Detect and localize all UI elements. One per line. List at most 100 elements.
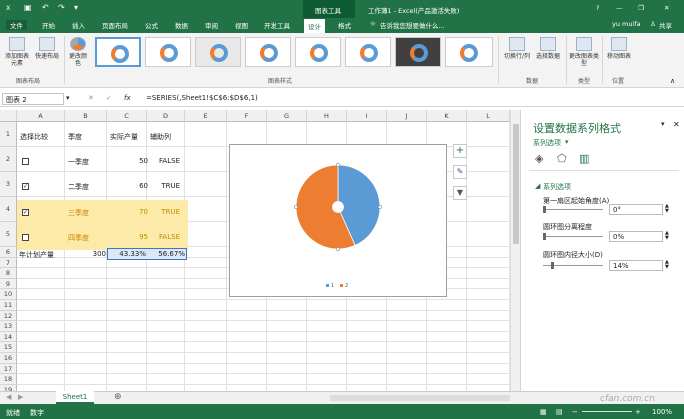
- column-header-g[interactable]: G: [267, 110, 307, 122]
- row-header-12[interactable]: 12: [0, 310, 17, 322]
- tab-design[interactable]: 设计: [304, 19, 325, 33]
- zoom-level[interactable]: 100%: [652, 408, 672, 416]
- row-header-6[interactable]: 6: [0, 247, 17, 258]
- row-header-8[interactable]: 8: [0, 268, 17, 279]
- enter-icon[interactable]: ✓: [106, 94, 112, 102]
- name-box[interactable]: 图表 2: [2, 93, 64, 105]
- checkbox-q4[interactable]: [22, 234, 29, 241]
- page-layout-icon[interactable]: ▤: [556, 408, 563, 416]
- chart-elements-button[interactable]: +: [453, 144, 467, 158]
- move-chart-button[interactable]: 移动图表: [604, 37, 634, 60]
- tab-view[interactable]: 视图: [235, 20, 248, 30]
- redo-icon[interactable]: ↷: [58, 3, 65, 12]
- explosion-input[interactable]: 0%: [609, 231, 663, 242]
- series-options-icon[interactable]: ▥: [579, 152, 589, 165]
- row-header-14[interactable]: 14: [0, 331, 17, 343]
- row-header-2[interactable]: 2: [0, 147, 17, 172]
- slider-handle[interactable]: [543, 233, 546, 240]
- chart-style-8[interactable]: [445, 37, 493, 67]
- column-header-e[interactable]: E: [185, 110, 227, 122]
- explosion-slider[interactable]: [543, 236, 603, 237]
- column-header-c[interactable]: C: [107, 110, 147, 122]
- column-header-a[interactable]: A: [17, 110, 65, 122]
- hole-size-input[interactable]: 14%: [609, 260, 663, 271]
- filter-icon[interactable]: ▼: [453, 186, 467, 200]
- chart-style-1[interactable]: [95, 37, 141, 67]
- restore-button[interactable]: ❐: [638, 4, 644, 12]
- tab-page-layout[interactable]: 页面布局: [102, 20, 128, 30]
- sheet-tab-sheet1[interactable]: Sheet1: [56, 391, 94, 404]
- row-header-5[interactable]: 5: [0, 222, 17, 247]
- collapse-icon[interactable]: ◢: [535, 182, 540, 190]
- first-angle-input[interactable]: 0°: [609, 204, 663, 215]
- pane-close-icon[interactable]: ✕: [673, 120, 680, 129]
- chart-style-5[interactable]: [295, 37, 341, 67]
- add-sheet-icon[interactable]: ⊕: [114, 392, 122, 402]
- scroll-right-icon[interactable]: ▶: [18, 393, 23, 401]
- zoom-out-icon[interactable]: −: [572, 408, 578, 416]
- pane-options-icon[interactable]: ▾: [661, 120, 665, 128]
- tab-review[interactable]: 审阅: [205, 20, 218, 30]
- row-header-7[interactable]: 7: [0, 257, 17, 269]
- column-header-i[interactable]: I: [347, 110, 387, 122]
- tell-me-search[interactable]: 告诉我您想要做什么...: [380, 20, 445, 30]
- slider-handle[interactable]: [551, 262, 554, 269]
- row-header-1[interactable]: 1: [0, 122, 17, 147]
- normal-view-icon[interactable]: ▦: [540, 408, 547, 416]
- chart-style-2[interactable]: [145, 37, 191, 67]
- vertical-scrollbar[interactable]: [510, 110, 520, 391]
- column-header-l[interactable]: L: [467, 110, 510, 122]
- save-icon[interactable]: ▣: [24, 3, 32, 12]
- column-header-k[interactable]: K: [427, 110, 467, 122]
- column-header-h[interactable]: H: [307, 110, 347, 122]
- customize-qat-icon[interactable]: ▾: [74, 3, 78, 12]
- scroll-left-icon[interactable]: ◀: [6, 393, 11, 401]
- first-angle-slider[interactable]: [543, 209, 603, 210]
- checkbox-q1[interactable]: [22, 158, 29, 165]
- column-header-d[interactable]: D: [147, 110, 185, 122]
- slider-handle[interactable]: [543, 206, 546, 213]
- row-header-13[interactable]: 13: [0, 321, 17, 332]
- series-selection-handle[interactable]: [335, 162, 341, 168]
- column-header-j[interactable]: J: [387, 110, 427, 122]
- collapse-ribbon-icon[interactable]: ∧: [670, 77, 675, 85]
- series-selection-handle[interactable]: [377, 204, 383, 210]
- change-chart-type-button[interactable]: 更改图表类型: [569, 37, 599, 67]
- horizontal-scrollbar[interactable]: [330, 395, 510, 401]
- switch-row-column-button[interactable]: 切换行/列: [502, 37, 532, 60]
- quick-layout-button[interactable]: 快速布局: [33, 37, 61, 60]
- minimize-button[interactable]: —: [616, 4, 623, 12]
- effects-icon[interactable]: ⬠: [557, 152, 567, 165]
- pie-chart[interactable]: 12: [230, 145, 446, 296]
- chart-style-7[interactable]: [395, 37, 441, 67]
- undo-icon[interactable]: ↶: [42, 3, 49, 12]
- series-selection-handle[interactable]: [335, 246, 341, 252]
- cancel-icon[interactable]: ✕: [88, 94, 94, 102]
- user-name[interactable]: yu muifa: [612, 20, 641, 28]
- checkbox-q3[interactable]: ✓: [22, 209, 29, 216]
- row-header-15[interactable]: 15: [0, 342, 17, 353]
- row-header-11[interactable]: 11: [0, 300, 17, 311]
- formula-input[interactable]: =SERIES(,Sheet1!$C$6:$D$6,1): [142, 92, 682, 106]
- row-header-4[interactable]: 4: [0, 197, 17, 222]
- tab-insert[interactable]: 插入: [72, 20, 85, 30]
- spin-icon[interactable]: ▲ ▼: [665, 260, 669, 270]
- share-button[interactable]: 共享: [659, 20, 672, 30]
- fill-line-icon[interactable]: ◈: [535, 152, 543, 165]
- tab-format[interactable]: 格式: [338, 20, 351, 30]
- tab-data[interactable]: 数据: [175, 20, 188, 30]
- chart-style-6[interactable]: [345, 37, 391, 67]
- scrollbar-thumb[interactable]: [513, 124, 519, 244]
- spin-icon[interactable]: ▲ ▼: [665, 204, 669, 214]
- select-all-corner[interactable]: [0, 110, 17, 122]
- spin-icon[interactable]: ▲ ▼: [665, 231, 669, 241]
- checkbox-q2[interactable]: ✓: [22, 183, 29, 190]
- add-chart-element-button[interactable]: 添加图表元素: [3, 37, 31, 67]
- row-header-10[interactable]: 10: [0, 289, 17, 300]
- row-header-9[interactable]: 9: [0, 278, 17, 290]
- dropdown-icon[interactable]: ▾: [565, 138, 569, 146]
- brush-icon[interactable]: ✎: [453, 165, 467, 179]
- series-selection-handle[interactable]: [293, 204, 299, 210]
- insert-function-icon[interactable]: fx: [124, 94, 131, 102]
- tab-developer[interactable]: 开发工具: [264, 20, 290, 30]
